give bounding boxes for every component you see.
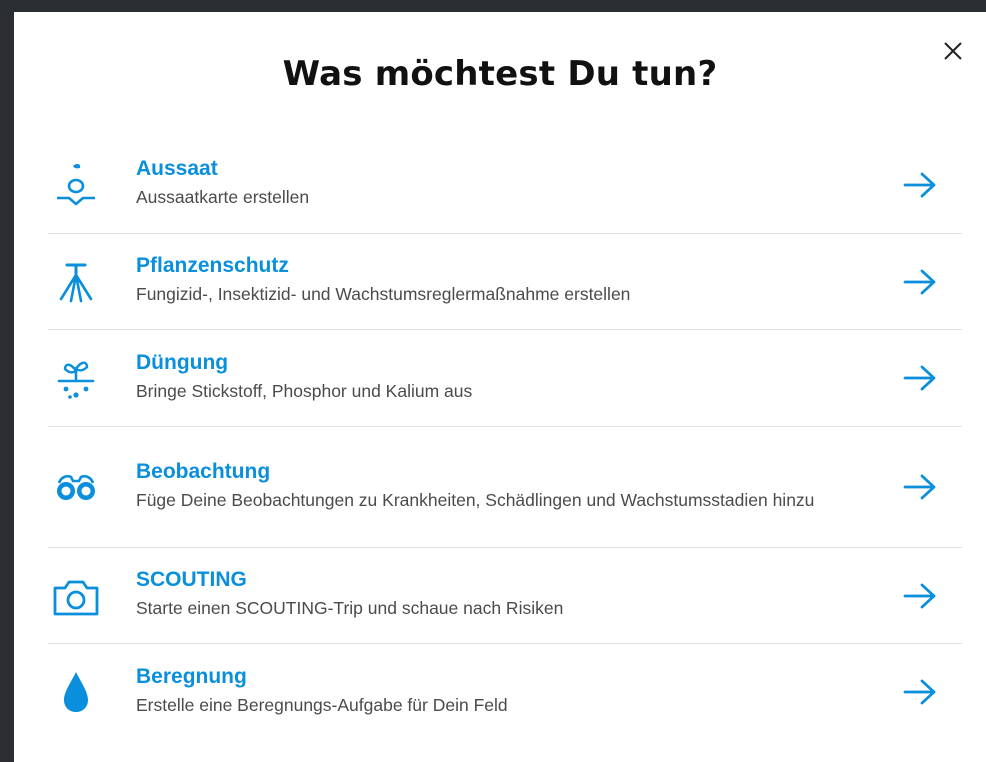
action-item-beobachtung[interactable]: Beobachtung Füge Deine Beobachtungen zu … bbox=[48, 427, 962, 548]
action-label: Düngung bbox=[136, 350, 229, 374]
action-item-beregnung[interactable]: Beregnung Erstelle eine Beregnungs-Aufga… bbox=[48, 644, 962, 740]
action-description: Fungizid-, Insektizid- und Wachstumsregl… bbox=[136, 284, 631, 304]
action-label: Aussaat bbox=[136, 157, 218, 180]
action-dialog: Was möchtest Du tun? Aussaat Aussaatkart… bbox=[14, 12, 986, 762]
action-description: Füge Deine Beobachtungen zu Krankheiten,… bbox=[136, 489, 815, 510]
action-description: Aussaatkarte erstellen bbox=[136, 187, 310, 207]
action-description: Starte einen SCOUTING-Trip und schaue na… bbox=[136, 598, 564, 618]
action-item-duengung[interactable]: Düngung Bringe Stickstoff, Phosphor und … bbox=[48, 330, 962, 427]
sprayer-icon bbox=[48, 257, 104, 307]
action-label: SCOUTING bbox=[136, 568, 247, 591]
arrow-right-icon bbox=[900, 581, 940, 611]
action-description: Erstelle eine Beregnungs-Aufgabe für Dei… bbox=[136, 694, 508, 715]
fertilizer-plant-icon bbox=[48, 353, 104, 403]
seed-sprout-icon bbox=[48, 160, 104, 210]
action-list: Aussaat Aussaatkarte erstellen Pflanzens… bbox=[48, 136, 962, 740]
action-description: Bringe Stickstoff, Phosphor und Kalium a… bbox=[136, 380, 473, 401]
dialog-title: Was möchtest Du tun? bbox=[282, 54, 718, 94]
arrow-right-icon bbox=[900, 363, 940, 393]
arrow-right-icon bbox=[900, 472, 940, 502]
arrow-right-icon bbox=[900, 677, 940, 707]
action-item-aussaat[interactable]: Aussaat Aussaatkarte erstellen bbox=[48, 136, 962, 234]
arrow-right-icon bbox=[900, 267, 940, 297]
camera-icon bbox=[48, 574, 104, 618]
water-drop-icon bbox=[48, 668, 104, 716]
action-item-scouting[interactable]: SCOUTING Starte einen SCOUTING-Trip und … bbox=[48, 548, 962, 644]
arrow-right-icon bbox=[900, 170, 940, 200]
action-item-pflanzenschutz[interactable]: Pflanzenschutz Fungizid-, Insektizid- un… bbox=[48, 234, 962, 330]
action-label: Pflanzenschutz bbox=[136, 254, 289, 277]
binoculars-icon bbox=[48, 467, 104, 507]
action-label: Beobachtung bbox=[136, 459, 271, 483]
action-label: Beregnung bbox=[136, 664, 247, 688]
